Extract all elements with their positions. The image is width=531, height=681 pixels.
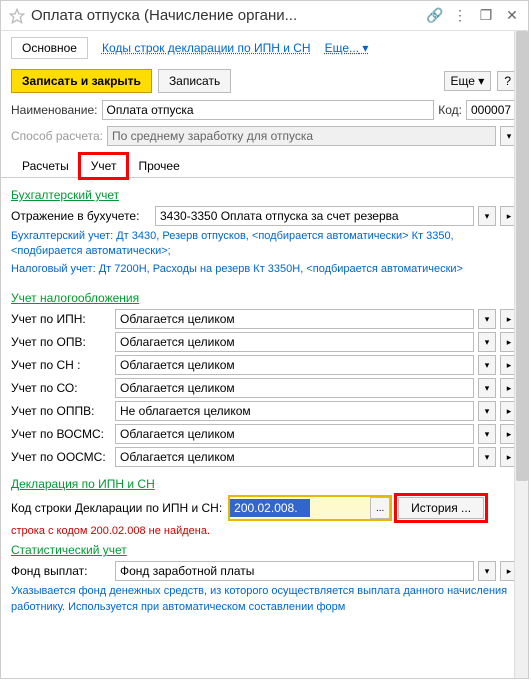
ellipsis-button[interactable]: ... xyxy=(370,497,390,519)
section-statistics[interactable]: Статистический учет xyxy=(11,543,518,557)
reflection-input[interactable] xyxy=(155,206,474,226)
tax-input[interactable] xyxy=(115,309,474,329)
nav-more[interactable]: Еще... ▾ xyxy=(325,41,369,55)
link-icon[interactable]: 🔗 xyxy=(426,7,442,24)
method-input xyxy=(107,126,496,146)
section-accounting[interactable]: Бухгалтерский учет xyxy=(11,188,518,202)
acct-note1: Бухгалтерский учет: Дт 3430, Резерв отпу… xyxy=(11,229,518,260)
stat-note: Указывается фонд денежных средств, из ко… xyxy=(11,584,518,615)
vertical-scrollbar[interactable] xyxy=(514,31,528,678)
fund-label: Фонд выплат: xyxy=(11,564,111,578)
dropdown-icon[interactable]: ▾ xyxy=(478,332,496,352)
method-label: Способ расчета: xyxy=(11,129,103,143)
tax-input[interactable] xyxy=(115,355,474,375)
tab-other[interactable]: Прочее xyxy=(127,154,190,178)
nav-main[interactable]: Основное xyxy=(11,37,88,59)
section-tax[interactable]: Учет налогообложения xyxy=(11,291,518,305)
name-label: Наименование: xyxy=(11,103,98,117)
window-title: Оплата отпуска (Начисление органи... xyxy=(31,7,426,24)
section-declaration[interactable]: Декларация по ИПН и СН xyxy=(11,477,518,491)
tab-calculations[interactable]: Расчеты xyxy=(11,154,80,178)
name-input[interactable] xyxy=(102,100,435,120)
history-button[interactable]: История ... xyxy=(398,497,484,519)
dropdown-icon[interactable]: ▾ xyxy=(478,309,496,329)
dropdown-icon[interactable]: ▾ xyxy=(478,378,496,398)
save-button[interactable]: Записать xyxy=(158,69,231,93)
tax-input[interactable] xyxy=(115,401,474,421)
decl-code-input[interactable] xyxy=(230,499,310,517)
tax-input[interactable] xyxy=(115,332,474,352)
tax-input[interactable] xyxy=(115,378,474,398)
scroll-thumb[interactable] xyxy=(516,31,528,481)
tax-label: Учет по ВОСМС: xyxy=(11,427,111,441)
tax-label: Учет по ООСМС: xyxy=(11,450,111,464)
tax-input[interactable] xyxy=(115,424,474,444)
nav-link-codes[interactable]: Коды строк декларации по ИПН и СН xyxy=(102,41,311,55)
code-input[interactable] xyxy=(466,100,518,120)
dropdown-icon[interactable]: ▾ xyxy=(478,355,496,375)
decl-code-label: Код строки Декларации по ИПН и СН: xyxy=(11,501,222,515)
tab-accounting[interactable]: Учет xyxy=(80,154,128,178)
kebab-icon[interactable]: ⋮ xyxy=(452,7,468,24)
save-close-button[interactable]: Записать и закрыть xyxy=(11,69,152,93)
tax-label: Учет по ИПН: xyxy=(11,312,111,326)
code-label: Код: xyxy=(438,103,462,117)
dropdown-icon[interactable]: ▾ xyxy=(478,401,496,421)
reflection-label: Отражение в бухучете: xyxy=(11,209,151,223)
dropdown-icon[interactable]: ▾ xyxy=(478,206,496,226)
tax-label: Учет по ОППВ: xyxy=(11,404,111,418)
acct-note2: Налоговый учет: Дт 7200Н, Расходы на рез… xyxy=(11,262,518,277)
favorite-star-icon[interactable] xyxy=(9,8,25,24)
detach-icon[interactable]: ❐ xyxy=(478,7,494,24)
fund-input[interactable] xyxy=(115,561,474,581)
tax-label: Учет по ОПВ: xyxy=(11,335,111,349)
decl-error: строка с кодом 200.02.008 не найдена. xyxy=(11,525,518,537)
close-icon[interactable]: ✕ xyxy=(504,7,520,24)
tax-input[interactable] xyxy=(115,447,474,467)
dropdown-icon[interactable]: ▾ xyxy=(478,561,496,581)
tax-label: Учет по СО: xyxy=(11,381,111,395)
dropdown-icon[interactable]: ▾ xyxy=(478,447,496,467)
dropdown-icon[interactable]: ▾ xyxy=(478,424,496,444)
more-button[interactable]: Еще ▾ xyxy=(444,71,492,91)
tax-label: Учет по СН : xyxy=(11,358,111,372)
